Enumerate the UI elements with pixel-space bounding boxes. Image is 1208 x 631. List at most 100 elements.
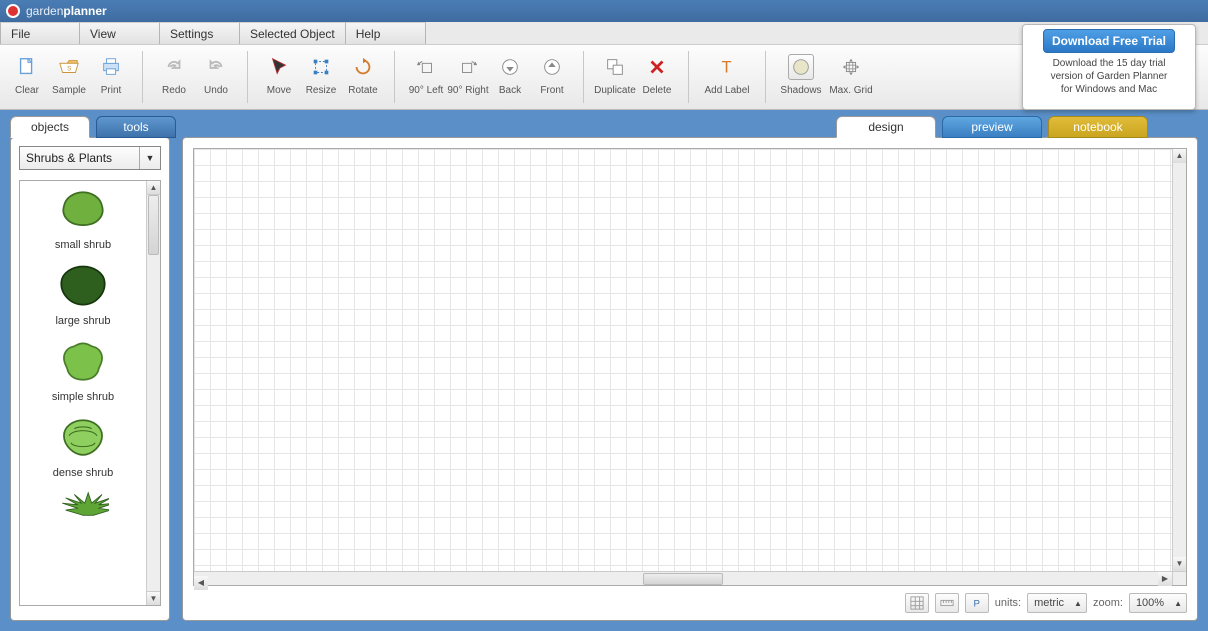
object-partial-spiky[interactable]	[20, 485, 146, 549]
object-large-shrub[interactable]: large shrub	[20, 257, 146, 333]
resize-button[interactable]: Resize	[300, 51, 342, 96]
delete-icon	[646, 56, 668, 78]
app-logo-icon	[6, 4, 20, 18]
large-shrub-icon	[57, 263, 109, 310]
clear-button[interactable]: Clear	[6, 51, 48, 96]
app-title-bold: planner	[63, 4, 106, 18]
grid-arrows-icon	[840, 56, 862, 78]
redo-icon	[163, 56, 185, 78]
scroll-right-icon[interactable]: ▶	[1158, 572, 1172, 586]
canvas-h-scrollbar[interactable]: ◀ ▶	[194, 571, 1172, 585]
tab-notebook[interactable]: notebook	[1048, 116, 1148, 138]
menu-selected-object[interactable]: Selected Object	[240, 22, 346, 44]
menu-view[interactable]: View	[80, 22, 160, 44]
menu-file[interactable]: File	[0, 22, 80, 44]
tab-design[interactable]: design	[836, 116, 936, 138]
rotate-left-button[interactable]: 90° Left	[405, 51, 447, 96]
add-label-button[interactable]: TAdd Label	[699, 51, 755, 96]
redo-button[interactable]: Redo	[153, 51, 195, 96]
tab-tools[interactable]: tools	[96, 116, 176, 138]
canvas-wrap: ▲ ▼ ◀ ▶	[193, 148, 1187, 586]
scroll-up-icon[interactable]: ▲	[1173, 149, 1186, 163]
simple-shrub-icon	[57, 339, 109, 386]
cursor-icon	[268, 56, 290, 78]
objects-panel: Shrubs & Plants ▼ small shrub large shru…	[10, 137, 170, 621]
svg-text:T: T	[722, 59, 732, 77]
scroll-corner	[1172, 571, 1186, 585]
scroll-left-icon[interactable]: ◀	[194, 576, 208, 590]
status-bar: P units: metric▲ zoom: 100%▲	[193, 592, 1187, 614]
tab-objects[interactable]: objects	[10, 116, 90, 138]
category-dropdown[interactable]: Shrubs & Plants ▼	[19, 146, 161, 170]
print-button[interactable]: Print	[90, 51, 132, 96]
svg-text:P: P	[973, 599, 979, 610]
printer-icon	[100, 56, 122, 78]
header-area: File View Settings Selected Object Help …	[0, 22, 1208, 110]
text-icon: T	[716, 56, 738, 78]
toggle-preview-button[interactable]: P	[965, 593, 989, 613]
ruler-icon	[940, 596, 954, 610]
left-tab-strip: objects tools	[10, 116, 176, 138]
p-icon: P	[970, 596, 984, 610]
undo-icon	[205, 56, 227, 78]
menu-settings[interactable]: Settings	[160, 22, 240, 44]
category-value: Shrubs & Plants	[20, 151, 139, 165]
resize-icon	[310, 56, 332, 78]
workspace: objects tools Shrubs & Plants ▼ small sh…	[0, 110, 1208, 631]
object-list: small shrub large shrub simple shrub den…	[19, 180, 161, 606]
grid-icon	[910, 596, 924, 610]
rotate-right-button[interactable]: 90° Right	[447, 51, 489, 96]
h-scroll-thumb[interactable]	[643, 573, 723, 585]
units-dropdown[interactable]: metric▲	[1027, 593, 1087, 613]
svg-text:S: S	[67, 66, 71, 73]
new-page-icon	[16, 56, 38, 78]
object-simple-shrub[interactable]: simple shrub	[20, 333, 146, 409]
rotate-button[interactable]: Rotate	[342, 51, 384, 96]
trial-box: Download Free Trial Download the 15 day …	[1022, 24, 1196, 110]
units-label: units:	[995, 597, 1021, 609]
sample-button[interactable]: SSample	[48, 51, 90, 96]
shadow-icon	[790, 56, 812, 78]
rotate-icon	[352, 56, 374, 78]
canvas-v-scrollbar[interactable]: ▲ ▼	[1172, 149, 1186, 571]
download-trial-button[interactable]: Download Free Trial	[1043, 29, 1175, 53]
bring-front-icon	[541, 56, 563, 78]
zoom-dropdown[interactable]: 100%▲	[1129, 593, 1187, 613]
toggle-grid-button[interactable]	[905, 593, 929, 613]
spiky-plant-icon	[57, 491, 109, 517]
toggle-ruler-button[interactable]	[935, 593, 959, 613]
menu-help[interactable]: Help	[346, 22, 426, 44]
undo-button[interactable]: Undo	[195, 51, 237, 96]
folder-open-icon: S	[58, 56, 80, 78]
bring-front-button[interactable]: Front	[531, 51, 573, 96]
delete-button[interactable]: Delete	[636, 51, 678, 96]
move-button[interactable]: Move	[258, 51, 300, 96]
rotate-left-icon	[415, 56, 437, 78]
rotate-right-icon	[457, 56, 479, 78]
tab-preview[interactable]: preview	[942, 116, 1042, 138]
object-list-scrollbar[interactable]: ▲ ▼	[146, 181, 160, 605]
trial-text-3: for Windows and Mac	[1029, 83, 1189, 96]
send-back-button[interactable]: Back	[489, 51, 531, 96]
small-shrub-icon	[57, 187, 109, 234]
zoom-label: zoom:	[1093, 597, 1123, 609]
scroll-down-icon[interactable]: ▼	[147, 591, 160, 605]
trial-text-1: Download the 15 day trial	[1029, 57, 1189, 70]
trial-text-2: version of Garden Planner	[1029, 70, 1189, 83]
chevron-up-icon: ▲	[1174, 599, 1182, 608]
canvas-panel: ▲ ▼ ◀ ▶ P units: metric▲ zoom: 100%▲	[182, 137, 1198, 621]
design-canvas[interactable]	[194, 149, 1172, 571]
max-grid-button[interactable]: Max. Grid	[826, 51, 876, 96]
scroll-down-icon[interactable]: ▼	[1173, 557, 1186, 571]
dense-shrub-icon	[57, 415, 109, 462]
scroll-up-icon[interactable]: ▲	[147, 181, 160, 195]
scroll-thumb[interactable]	[148, 195, 159, 255]
right-tab-strip: design preview notebook	[836, 116, 1148, 138]
duplicate-icon	[604, 56, 626, 78]
shadows-button[interactable]: Shadows	[776, 51, 826, 96]
app-title-light: garden	[26, 4, 63, 18]
title-bar: gardenplanner	[0, 0, 1208, 22]
object-small-shrub[interactable]: small shrub	[20, 181, 146, 257]
object-dense-shrub[interactable]: dense shrub	[20, 409, 146, 485]
duplicate-button[interactable]: Duplicate	[594, 51, 636, 96]
